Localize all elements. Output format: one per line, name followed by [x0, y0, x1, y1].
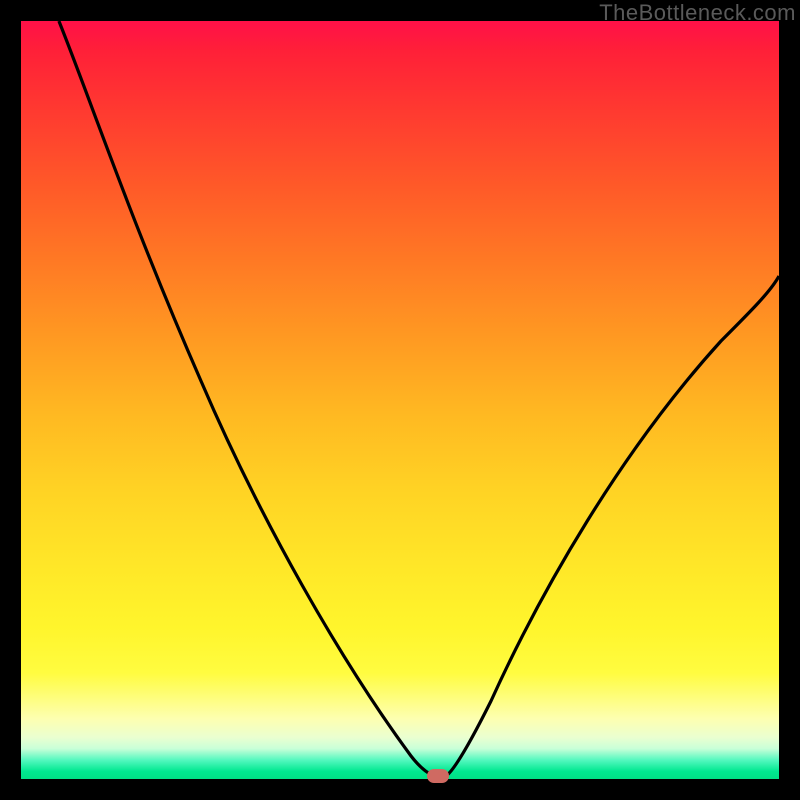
plot-area [21, 21, 779, 779]
watermark-text: TheBottleneck.com [599, 0, 796, 26]
bottleneck-curve [21, 21, 779, 779]
curve-path [59, 21, 779, 776]
optimal-marker [427, 769, 449, 783]
chart-frame: TheBottleneck.com [0, 0, 800, 800]
